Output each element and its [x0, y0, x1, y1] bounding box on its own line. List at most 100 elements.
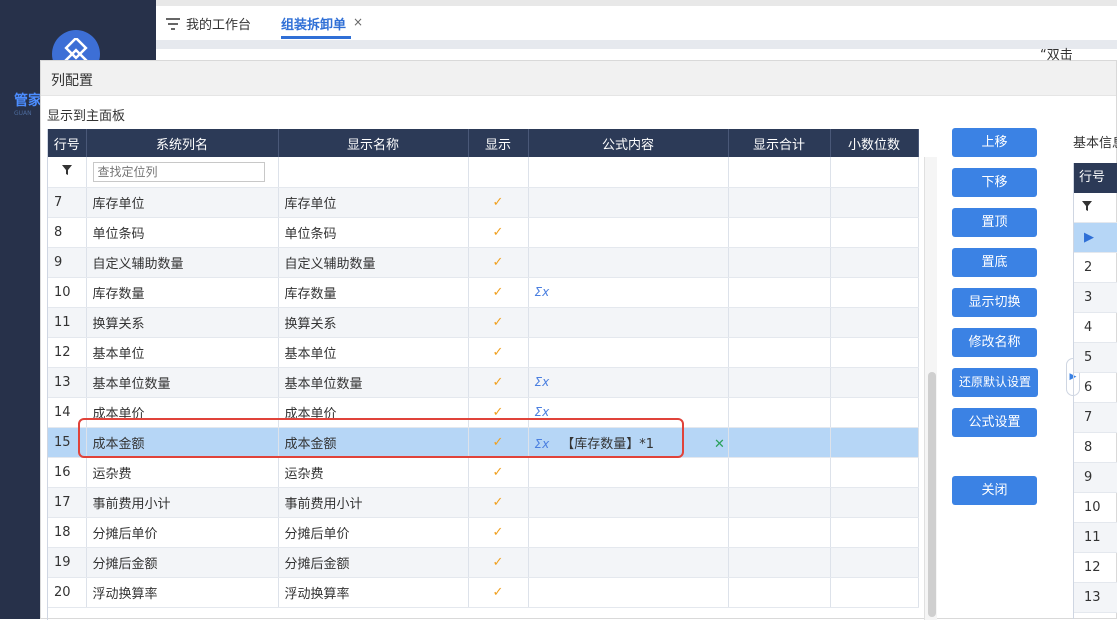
scrollbar-thumb[interactable]	[928, 372, 936, 617]
show-check-icon[interactable]: ✓	[468, 487, 529, 518]
current-row-indicator[interactable]: ▶	[1074, 223, 1117, 253]
display-name[interactable]: 运杂费	[278, 457, 469, 488]
display-name[interactable]: 成本金额	[278, 427, 469, 458]
funnel-icon[interactable]	[1082, 201, 1092, 211]
table-row[interactable]: 17 事前费用小计 事前费用小计 ✓	[48, 487, 919, 518]
show-total-cell[interactable]	[728, 517, 831, 548]
list-item[interactable]: 6	[1074, 373, 1117, 403]
decimal-cell[interactable]	[830, 397, 919, 428]
display-name[interactable]: 浮动换算率	[278, 577, 469, 608]
formula-settings-button[interactable]: 公式设置	[952, 408, 1037, 437]
show-total-cell[interactable]	[728, 307, 831, 338]
formula-cell[interactable]: Σx	[528, 397, 729, 428]
decimal-cell[interactable]	[830, 487, 919, 518]
show-total-cell[interactable]	[728, 247, 831, 278]
table-row[interactable]: 14 成本单价 成本单价 ✓ Σx	[48, 397, 919, 428]
formula-cell[interactable]	[528, 217, 729, 248]
show-check-icon[interactable]: ✓	[468, 187, 529, 218]
search-input[interactable]	[92, 161, 265, 182]
formula-cell[interactable]	[528, 517, 729, 548]
col-header-formula[interactable]: 公式内容	[528, 129, 729, 157]
col-header-sys[interactable]: 系统列名	[86, 129, 279, 157]
formula-icon[interactable]: Σx	[535, 437, 550, 451]
show-check-icon[interactable]: ✓	[468, 337, 529, 368]
show-total-cell[interactable]	[728, 187, 831, 218]
formula-cell[interactable]: Σx	[528, 367, 729, 398]
show-check-icon[interactable]: ✓	[468, 397, 529, 428]
formula-cell[interactable]	[528, 307, 729, 338]
show-total-cell[interactable]	[728, 427, 831, 458]
rename-button[interactable]: 修改名称	[952, 328, 1037, 357]
clear-formula-icon[interactable]: ✕	[714, 437, 725, 452]
close-button[interactable]: 关闭	[952, 476, 1037, 505]
decimal-cell[interactable]	[830, 547, 919, 578]
show-check-icon[interactable]: ✓	[468, 217, 529, 248]
table-row[interactable]: 19 分摊后金额 分摊后金额 ✓	[48, 547, 919, 578]
table-row[interactable]: 10 库存数量 库存数量 ✓ Σx	[48, 277, 919, 308]
list-item[interactable]: 11	[1074, 523, 1117, 553]
display-name[interactable]: 分摊后金额	[278, 547, 469, 578]
col-header-no[interactable]: 行号	[48, 129, 87, 157]
show-total-cell[interactable]	[728, 397, 831, 428]
formula-cell[interactable]	[528, 187, 729, 218]
table-row[interactable]: 18 分摊后单价 分摊后单价 ✓	[48, 517, 919, 548]
list-item[interactable]: 8	[1074, 433, 1117, 463]
col-header-decimal[interactable]: 小数位数	[830, 129, 919, 157]
table-row[interactable]: 9 自定义辅助数量 自定义辅助数量 ✓	[48, 247, 919, 278]
formula-cell[interactable]	[528, 487, 729, 518]
decimal-cell[interactable]	[830, 427, 919, 458]
right-col-header-no[interactable]: 行号	[1074, 163, 1117, 193]
col-header-total[interactable]: 显示合计	[728, 129, 831, 157]
formula-cell[interactable]	[528, 577, 729, 608]
list-item[interactable]: 12	[1074, 553, 1117, 583]
tab-assembly[interactable]: 组装拆卸单	[281, 14, 346, 33]
display-name[interactable]: 成本单价	[278, 397, 469, 428]
display-name[interactable]: 分摊后单价	[278, 517, 469, 548]
formula-cell[interactable]	[528, 547, 729, 578]
formula-cell[interactable]	[528, 337, 729, 368]
table-row[interactable]: 13 基本单位数量 基本单位数量 ✓ Σx	[48, 367, 919, 398]
show-total-cell[interactable]	[728, 217, 831, 248]
decimal-cell[interactable]	[830, 577, 919, 608]
formula-icon[interactable]: Σx	[535, 375, 550, 389]
move-down-button[interactable]: 下移	[952, 168, 1037, 197]
list-item[interactable]: 5	[1074, 343, 1117, 373]
formula-icon[interactable]: Σx	[535, 285, 550, 299]
list-item[interactable]: 10	[1074, 493, 1117, 523]
show-total-cell[interactable]	[728, 487, 831, 518]
table-row[interactable]: 20 浮动换算率 浮动换算率 ✓	[48, 577, 919, 608]
show-total-cell[interactable]	[728, 337, 831, 368]
display-name[interactable]: 换算关系	[278, 307, 469, 338]
display-name[interactable]: 库存数量	[278, 277, 469, 308]
show-total-cell[interactable]	[728, 277, 831, 308]
funnel-icon[interactable]	[48, 157, 87, 188]
list-item[interactable]: 13	[1074, 583, 1117, 613]
show-check-icon[interactable]: ✓	[468, 367, 529, 398]
show-total-cell[interactable]	[728, 577, 831, 608]
show-check-icon[interactable]: ✓	[468, 517, 529, 548]
right-filter-row[interactable]	[1074, 193, 1117, 223]
display-name[interactable]: 库存单位	[278, 187, 469, 218]
display-name[interactable]: 事前费用小计	[278, 487, 469, 518]
decimal-cell[interactable]	[830, 337, 919, 368]
show-total-cell[interactable]	[728, 367, 831, 398]
formula-icon[interactable]: Σx	[535, 405, 550, 419]
table-row[interactable]: 11 换算关系 换算关系 ✓	[48, 307, 919, 338]
show-total-cell[interactable]	[728, 547, 831, 578]
table-row[interactable]: 15 成本金额 成本金额 ✓ Σx 【库存数量】*1 ✕	[48, 427, 919, 458]
display-name[interactable]: 基本单位数量	[278, 367, 469, 398]
list-item[interactable]: 9	[1074, 463, 1117, 493]
decimal-cell[interactable]	[830, 277, 919, 308]
list-item[interactable]: 7	[1074, 403, 1117, 433]
decimal-cell[interactable]	[830, 367, 919, 398]
decimal-cell[interactable]	[830, 247, 919, 278]
move-bottom-button[interactable]: 置底	[952, 248, 1037, 277]
show-check-icon[interactable]: ✓	[468, 277, 529, 308]
table-row[interactable]: 7 库存单位 库存单位 ✓	[48, 187, 919, 218]
decimal-cell[interactable]	[830, 217, 919, 248]
show-check-icon[interactable]: ✓	[468, 307, 529, 338]
col-header-show[interactable]: 显示	[468, 129, 529, 157]
col-header-name[interactable]: 显示名称	[278, 129, 469, 157]
list-item[interactable]: 2	[1074, 253, 1117, 283]
list-item[interactable]: 3	[1074, 283, 1117, 313]
